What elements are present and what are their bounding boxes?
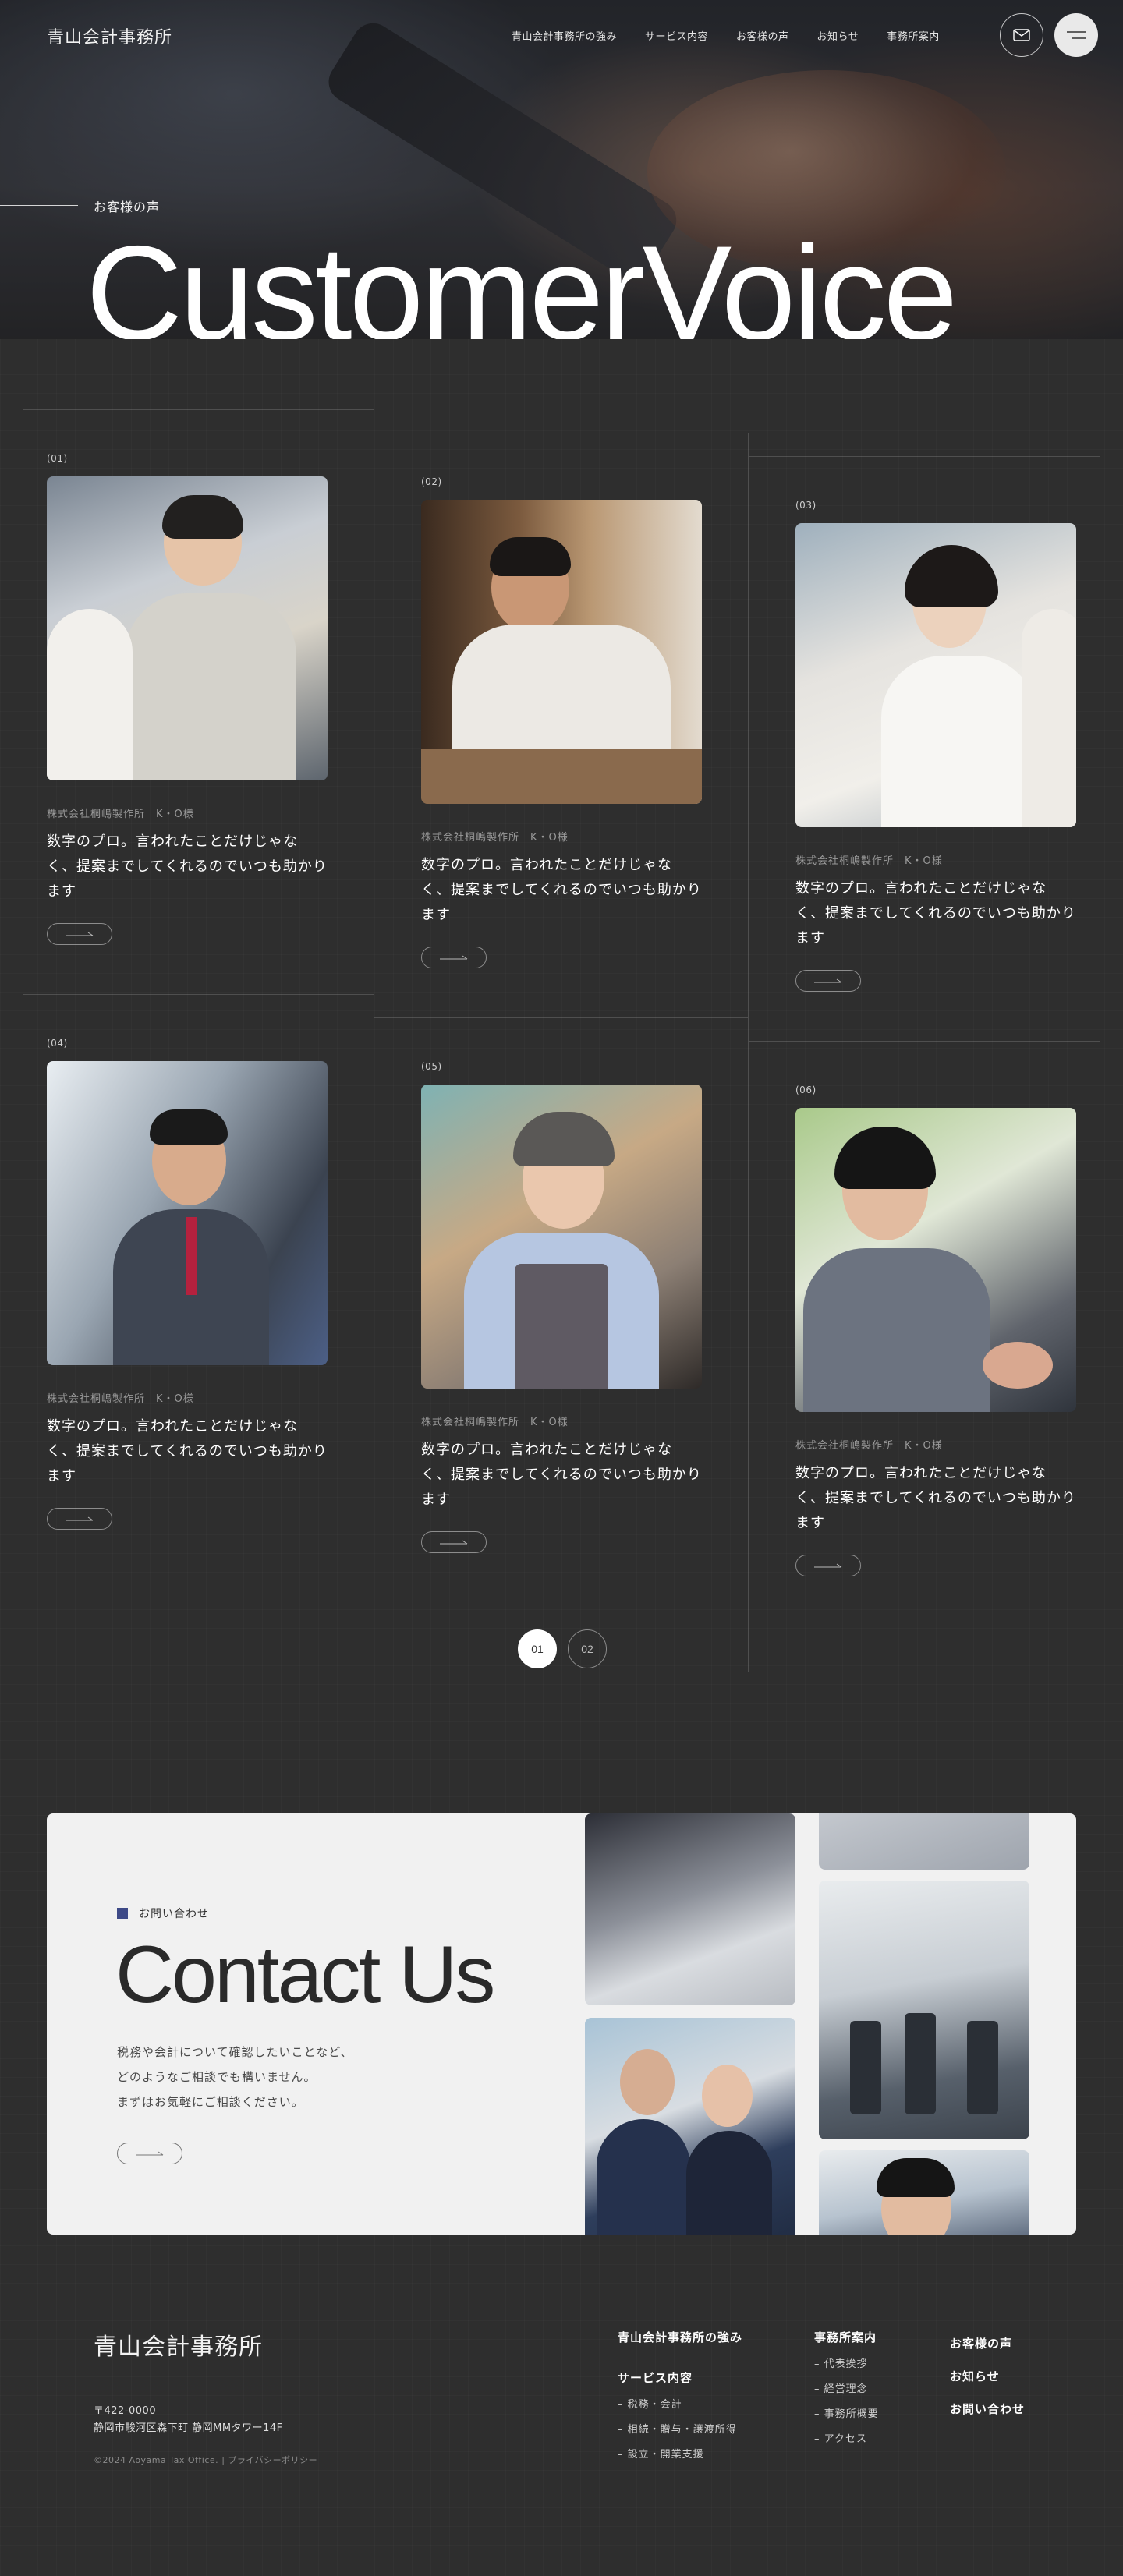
customer-photo <box>795 523 1076 827</box>
pagination: 01 02 <box>518 1629 607 1668</box>
card-number: (04) <box>47 1038 68 1049</box>
card-number: (01) <box>47 453 68 464</box>
footer-sublink[interactable]: – アクセス <box>814 2427 879 2452</box>
customer-company: 株式会社桐嶋製作所 K・O様 <box>47 809 194 820</box>
read-more-button[interactable] <box>47 1508 112 1530</box>
footer-address: 〒422-0000 静岡市駿河区森下町 静岡MMタワー14F <box>94 2405 283 2434</box>
read-more-button[interactable] <box>795 1555 861 1576</box>
voice-card[interactable]: (05) 株式会社桐嶋製作所 K・O様 数字のプロ。言われたことだけじゃなく、提… <box>421 1061 702 1553</box>
footer-col-1: 青山会計事務所の強み サービス内容 – 税務・会計 – 相続・贈与・譲渡所得 –… <box>618 2327 742 2468</box>
footer-sublink[interactable]: – 税務・会計 <box>618 2393 742 2418</box>
voice-list: (01) 株式会社桐嶋製作所 K・O様 数字のプロ。言われたことだけじゃなく、提… <box>0 339 1123 1672</box>
contact-banner[interactable]: お問い合わせ Contact Us 税務や会計について確認したいことなど、 どの… <box>47 1813 1076 2235</box>
voice-card[interactable]: (02) 株式会社桐嶋製作所 K・O様 数字のプロ。言われたことだけじゃなく、提… <box>421 476 702 968</box>
customer-company: 株式会社桐嶋製作所 K・O様 <box>421 1417 569 1428</box>
arrow-right-icon <box>66 932 94 936</box>
mail-icon <box>1013 29 1030 41</box>
customer-company: 株式会社桐嶋製作所 K・O様 <box>795 855 943 867</box>
customer-photo <box>421 1085 702 1389</box>
privacy-link[interactable]: プライバシーポリシー <box>228 2455 317 2465</box>
menu-button[interactable] <box>1054 13 1098 57</box>
voice-card[interactable]: (03) 株式会社桐嶋製作所 K・O様 数字のプロ。言われたことだけじゃなく、提… <box>795 500 1076 992</box>
page-title: CustomerVoice <box>86 218 958 339</box>
customer-company: 株式会社桐嶋製作所 K・O様 <box>421 832 569 844</box>
copyright: ©2024 Aoyama Tax Office. | プライバシーポリシー <box>94 2455 318 2465</box>
read-more-button[interactable] <box>795 970 861 992</box>
eyebrow-line <box>0 205 78 206</box>
customer-photo <box>421 500 702 804</box>
page-button-current[interactable]: 01 <box>518 1629 557 1668</box>
voice-card[interactable]: (06) 株式会社桐嶋製作所 K・O様 数字のプロ。言われたことだけじゃなく、提… <box>795 1085 1076 1576</box>
contact-photo-person <box>819 2150 1029 2235</box>
contact-photo-office <box>819 1881 1029 2139</box>
global-nav: 青山会計事務所の強み サービス内容 お客様の声 お知らせ 事務所案内 <box>512 28 940 43</box>
footer-link-strengths[interactable]: 青山会計事務所の強み <box>618 2327 742 2348</box>
footer-link-news[interactable]: お知らせ <box>950 2360 1025 2393</box>
mail-button[interactable] <box>1000 13 1043 57</box>
footer-link-office[interactable]: 事務所案内 <box>814 2327 879 2348</box>
customer-photo <box>47 476 328 780</box>
menu-icon <box>1067 31 1086 39</box>
contact-title: Contact Us <box>115 1930 495 2020</box>
site-logo[interactable]: 青山会計事務所 <box>47 23 172 48</box>
arrow-right-icon <box>440 955 468 960</box>
arrow-right-icon <box>814 978 842 983</box>
nav-news[interactable]: お知らせ <box>817 28 859 43</box>
page-button[interactable]: 02 <box>568 1629 607 1668</box>
voice-card[interactable]: (01) 株式会社桐嶋製作所 K・O様 数字のプロ。言われたことだけじゃなく、提… <box>47 453 328 945</box>
contact-photo-laptop <box>819 1813 1029 1870</box>
customer-quote: 数字のプロ。言われたことだけじゃなく、提案までしてくれるのでいつも助かります <box>47 833 328 900</box>
footer-sublink[interactable]: – 代表挨拶 <box>814 2352 879 2377</box>
contact-tag-label: お問い合わせ <box>139 1908 209 1920</box>
contact-photo-meeting <box>585 1813 795 2005</box>
footer-col-3: お客様の声 お知らせ お問い合わせ <box>950 2327 1025 2426</box>
customer-company: 株式会社桐嶋製作所 K・O様 <box>47 1393 194 1405</box>
contact-photo-staff <box>585 2018 795 2235</box>
nav-services[interactable]: サービス内容 <box>645 28 708 43</box>
arrow-right-icon <box>66 1516 94 1521</box>
voice-card[interactable]: (04) 株式会社桐嶋製作所 K・O様 数字のプロ。言われたことだけじゃなく、提… <box>47 1038 328 1530</box>
contact-description: 税務や会計について確認したいことなど、 どのようなご相談でも構いません。 まずは… <box>117 2045 353 2109</box>
customer-quote: 数字のプロ。言われたことだけじゃなく、提案までしてくれるのでいつも助かります <box>47 1418 328 1484</box>
footer-logo[interactable]: 青山会計事務所 <box>94 2327 263 2362</box>
footer-col-2: 事務所案内 – 代表挨拶 – 経営理念 – 事務所概要 – アクセス <box>814 2327 879 2452</box>
footer-sublink[interactable]: – 相続・贈与・譲渡所得 <box>618 2418 742 2443</box>
customer-photo <box>47 1061 328 1365</box>
customer-quote: 数字のプロ。言われたことだけじゃなく、提案までしてくれるのでいつも助かります <box>421 1442 702 1508</box>
footer-sublink[interactable]: – 事務所概要 <box>814 2402 879 2427</box>
footer-sublink[interactable]: – 経営理念 <box>814 2377 879 2402</box>
card-number: (03) <box>795 500 817 511</box>
read-more-button[interactable] <box>421 1531 487 1553</box>
customer-quote: 数字のプロ。言われたことだけじゃなく、提案までしてくれるのでいつも助かります <box>421 857 702 923</box>
section-eyebrow: お客様の声 <box>94 200 161 214</box>
contact-tag: お問い合わせ <box>117 1905 209 1921</box>
footer-link-contact[interactable]: お問い合わせ <box>950 2393 1025 2426</box>
arrow-right-icon <box>136 2151 164 2156</box>
read-more-button[interactable] <box>421 947 487 968</box>
customer-quote: 数字のプロ。言われたことだけじゃなく、提案までしてくれるのでいつも助かります <box>795 880 1076 947</box>
read-more-button[interactable] <box>47 923 112 945</box>
contact-button[interactable] <box>117 2143 182 2164</box>
square-icon <box>117 1908 128 1919</box>
card-number: (02) <box>421 476 442 487</box>
customer-photo <box>795 1108 1076 1412</box>
arrow-right-icon <box>814 1563 842 1568</box>
footer-link-voices[interactable]: お客様の声 <box>950 2327 1025 2360</box>
nav-voices[interactable]: お客様の声 <box>736 28 789 43</box>
footer-link-services[interactable]: サービス内容 <box>618 2368 742 2388</box>
card-number: (06) <box>795 1085 817 1095</box>
footer-sublink[interactable]: – 設立・開業支援 <box>618 2443 742 2468</box>
nav-office[interactable]: 事務所案内 <box>887 28 940 43</box>
customer-company: 株式会社桐嶋製作所 K・O様 <box>795 1440 943 1452</box>
nav-strengths[interactable]: 青山会計事務所の強み <box>512 28 617 43</box>
arrow-right-icon <box>440 1540 468 1545</box>
card-number: (05) <box>421 1061 442 1072</box>
hero: 青山会計事務所 青山会計事務所の強み サービス内容 お客様の声 お知らせ 事務所… <box>0 0 1123 339</box>
customer-quote: 数字のプロ。言われたことだけじゃなく、提案までしてくれるのでいつも助かります <box>795 1465 1076 1531</box>
